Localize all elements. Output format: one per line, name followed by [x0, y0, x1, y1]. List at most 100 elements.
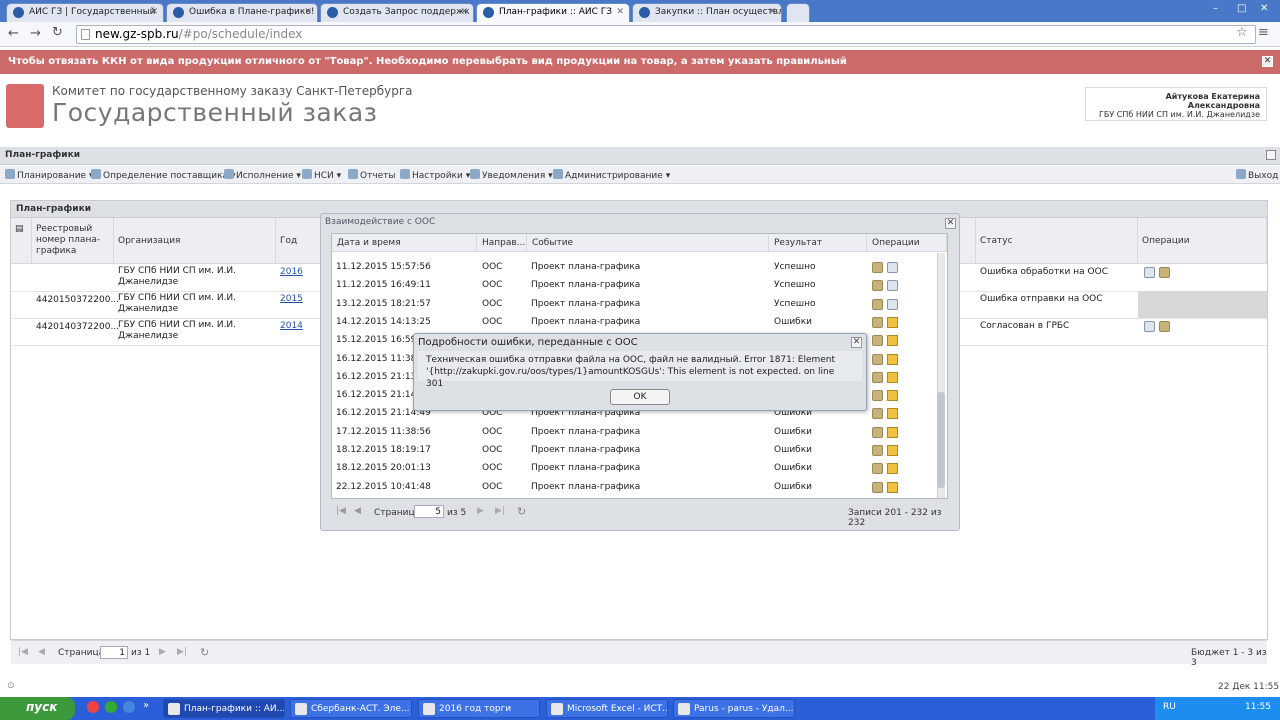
col-operations[interactable]: Операции	[1138, 218, 1267, 264]
dialog-close-icon[interactable]: ✕	[945, 218, 956, 229]
tab-close-icon[interactable]: ✕	[150, 7, 158, 17]
package-icon[interactable]	[872, 353, 883, 365]
last-page-icon[interactable]: ▶|	[177, 647, 187, 657]
warning-icon[interactable]	[887, 335, 898, 347]
taskbar-window-button[interactable]: Сбербанк-АСТ. Эле...	[290, 699, 412, 718]
page-input[interactable]: 1	[100, 646, 128, 659]
dcol-operations[interactable]: Операции	[867, 234, 947, 252]
menu-nsi[interactable]: НСИ ▾	[302, 169, 341, 181]
menu-settings[interactable]: Настройки ▾	[400, 169, 470, 181]
dcol-date[interactable]: Дата и время	[332, 234, 477, 252]
exit-button[interactable]: Выход	[1236, 169, 1278, 181]
package-icon[interactable]	[872, 408, 883, 420]
ok-button[interactable]: OK	[610, 389, 670, 405]
browser-tab[interactable]: Ошибка в Плане-графике! ✕	[166, 3, 318, 22]
browser-tab[interactable]: АИС ГЗ | Государственный ✕	[6, 3, 164, 22]
col-reg-number[interactable]: Реестровый номер плана-графика	[32, 218, 114, 264]
banner-close-icon[interactable]: ✕	[1262, 56, 1273, 67]
tab-close-icon[interactable]: ✕	[616, 7, 624, 17]
menu-planning[interactable]: Планирование ▾	[5, 169, 93, 181]
package-icon[interactable]	[872, 390, 883, 402]
package-icon[interactable]	[872, 280, 883, 292]
first-page-icon[interactable]: |◀	[18, 647, 28, 657]
browser-tab[interactable]: Создать Запрос поддержк ✕	[320, 3, 474, 22]
bookmark-star-icon[interactable]: ☆	[1236, 25, 1248, 40]
oos-package-icon[interactable]	[1159, 267, 1170, 278]
cell-year-link[interactable]: 2014	[280, 321, 303, 332]
warning-icon[interactable]	[887, 481, 898, 493]
dcol-direction[interactable]: Направ...	[477, 234, 527, 252]
reload-icon[interactable]: ↻	[52, 25, 63, 40]
package-icon[interactable]	[872, 481, 883, 493]
col-status[interactable]: Статус	[976, 218, 1138, 264]
error-close-icon[interactable]: ✕	[851, 337, 862, 348]
user-info[interactable]: Айтукова Екатерина Александровна ГБУ СПб…	[1085, 87, 1267, 121]
menu-icon[interactable]: ≡	[1258, 25, 1269, 40]
url-input[interactable]: new.gz-spb.ru/#po/schedule/index	[76, 25, 1256, 44]
cell-year-link[interactable]: 2016	[280, 267, 303, 278]
tab-close-icon[interactable]: ✕	[768, 7, 776, 17]
document-icon[interactable]	[887, 298, 898, 310]
package-icon[interactable]	[872, 298, 883, 310]
package-icon[interactable]	[872, 445, 883, 456]
forward-icon[interactable]: →	[30, 26, 41, 41]
menu-supplier[interactable]: Определение поставщика ▾	[91, 169, 235, 181]
dcol-event[interactable]: Событие	[527, 234, 769, 252]
view-document-icon[interactable]	[1144, 321, 1155, 332]
warning-icon[interactable]	[887, 408, 898, 420]
refresh-icon[interactable]: ↻	[200, 646, 209, 659]
menu-notifications[interactable]: Уведомления ▾	[470, 169, 553, 181]
browser-tab[interactable]: План-графики :: АИС ГЗ ✕	[476, 3, 630, 22]
tab-close-icon[interactable]: ✕	[460, 7, 468, 17]
dlg-refresh-icon[interactable]: ↻	[517, 505, 526, 518]
menu-execution[interactable]: Исполнение ▾	[224, 169, 301, 181]
expand-quicklaunch-icon[interactable]: »	[143, 700, 149, 711]
view-document-icon[interactable]	[1144, 267, 1155, 278]
document-icon[interactable]	[887, 262, 898, 273]
taskbar-window-button[interactable]: План-графики :: АИ...	[163, 699, 285, 718]
close-window-icon[interactable]: ✕	[1260, 3, 1268, 14]
minimize-icon[interactable]: –	[1213, 3, 1218, 14]
dlg-page-input[interactable]: 5	[414, 505, 444, 518]
maximize-icon[interactable]: □	[1237, 3, 1246, 14]
warning-icon[interactable]	[887, 426, 898, 438]
menu-reports[interactable]: Отчеты	[348, 169, 396, 181]
dcol-result[interactable]: Результат	[769, 234, 867, 252]
language-indicator[interactable]: RU	[1163, 702, 1176, 712]
filter-column[interactable]: ▤	[11, 218, 32, 264]
warning-icon[interactable]	[887, 371, 898, 383]
warning-icon[interactable]	[887, 390, 898, 402]
taskbar-window-button[interactable]: Parus - parus - Удал...	[673, 699, 795, 718]
menu-admin[interactable]: Администрирование ▾	[553, 169, 670, 181]
package-icon[interactable]	[872, 371, 883, 383]
dlg-last-page-icon[interactable]: ▶|	[495, 506, 505, 516]
package-icon[interactable]	[872, 335, 883, 347]
app-quicklaunch-icon[interactable]	[123, 701, 135, 713]
start-button[interactable]: пуск	[0, 697, 75, 720]
prev-page-icon[interactable]: ◀	[38, 647, 45, 657]
new-tab-button[interactable]	[786, 3, 810, 22]
warning-icon[interactable]	[887, 463, 898, 475]
dlg-prev-page-icon[interactable]: ◀	[354, 506, 361, 516]
dialog-scroll-thumb[interactable]	[937, 392, 945, 488]
panel-collapse-icon[interactable]	[1266, 150, 1276, 160]
ie-quicklaunch-icon[interactable]	[105, 701, 117, 713]
cell-year-link[interactable]: 2015	[280, 294, 303, 305]
back-icon[interactable]: ←	[8, 26, 19, 41]
warning-icon[interactable]	[887, 445, 898, 456]
taskbar-window-button[interactable]: 2016 год торги	[418, 699, 540, 718]
oos-package-icon[interactable]	[1159, 321, 1170, 332]
next-page-icon[interactable]: ▶	[159, 647, 166, 657]
package-icon[interactable]	[872, 262, 883, 273]
dlg-first-page-icon[interactable]: |◀	[336, 506, 346, 516]
taskbar-window-button[interactable]: Microsoft Excel - ИСТ...	[546, 699, 668, 718]
package-icon[interactable]	[872, 426, 883, 438]
warning-icon[interactable]	[887, 353, 898, 365]
warning-icon[interactable]	[887, 316, 898, 328]
package-icon[interactable]	[872, 463, 883, 475]
package-icon[interactable]	[872, 316, 883, 328]
chrome-quicklaunch-icon[interactable]	[87, 701, 99, 713]
browser-tab[interactable]: Закупки :: План осуществл ✕	[632, 3, 782, 22]
tab-close-icon[interactable]: ✕	[304, 7, 312, 17]
col-organization[interactable]: Организация	[114, 218, 276, 264]
